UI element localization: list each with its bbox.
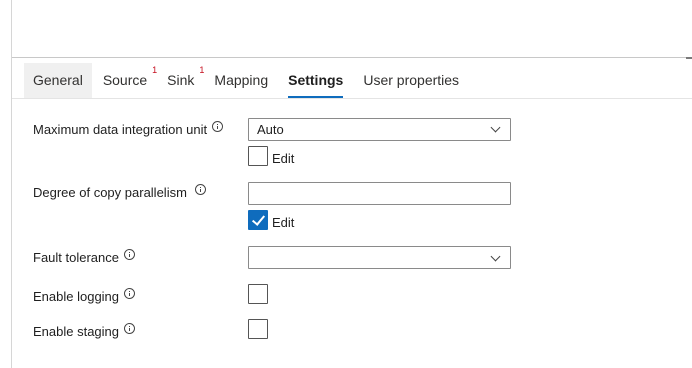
max-diu-edit-label: Edit bbox=[272, 151, 295, 166]
info-icon[interactable] bbox=[124, 249, 135, 260]
pane-resize-handle[interactable] bbox=[686, 57, 692, 59]
tab-source-label: Source bbox=[102, 72, 148, 88]
tab-user-properties-label: User properties bbox=[363, 72, 460, 88]
max-diu-select[interactable]: Auto bbox=[248, 118, 511, 141]
tab-mapping[interactable]: Mapping bbox=[205, 63, 277, 98]
info-icon[interactable] bbox=[124, 323, 136, 334]
fault-tolerance-label: Fault tolerance bbox=[33, 250, 119, 265]
max-diu-label-row: Maximum data integration unit bbox=[33, 121, 224, 137]
tab-bar: General Source 1 Sink 1 Mapping Settings U… bbox=[24, 63, 468, 99]
tab-general[interactable]: General bbox=[24, 63, 92, 98]
chevron-down-icon bbox=[490, 122, 501, 133]
enable-logging-label: Enable logging bbox=[33, 289, 120, 304]
tab-source[interactable]: Source 1 bbox=[94, 63, 158, 98]
tab-sink[interactable]: Sink 1 bbox=[158, 63, 205, 98]
enable-logging-label-row: Enable logging bbox=[33, 288, 136, 304]
tab-settings-label: Settings bbox=[288, 72, 344, 88]
parallelism-edit-checkbox[interactable] bbox=[248, 210, 268, 230]
fault-tolerance-select[interactable] bbox=[248, 246, 511, 269]
enable-staging-label: Enable staging bbox=[33, 324, 120, 339]
fault-tolerance-label-row: Fault tolerance bbox=[33, 249, 135, 265]
info-icon[interactable] bbox=[194, 184, 206, 195]
tab-general-label: General bbox=[33, 72, 83, 88]
tab-source-error-badge: 1 bbox=[152, 65, 158, 75]
parallelism-label-row: Degree of copy parallelism bbox=[33, 184, 206, 200]
chevron-down-icon bbox=[490, 251, 501, 262]
left-border bbox=[11, 0, 12, 368]
tab-sink-label: Sink bbox=[167, 72, 195, 88]
tab-settings[interactable]: Settings bbox=[279, 63, 352, 98]
tab-user-properties[interactable]: User properties bbox=[354, 63, 468, 98]
tab-sink-error-badge: 1 bbox=[199, 65, 205, 75]
tab-bar-divider bbox=[12, 98, 692, 99]
max-diu-value: Auto bbox=[257, 122, 284, 137]
parallelism-edit-label: Edit bbox=[272, 215, 295, 230]
enable-logging-checkbox[interactable] bbox=[248, 284, 268, 304]
parallelism-input[interactable] bbox=[248, 182, 511, 205]
enable-staging-label-row: Enable staging bbox=[33, 323, 136, 339]
max-diu-edit-checkbox[interactable] bbox=[248, 146, 268, 166]
tab-mapping-label: Mapping bbox=[214, 72, 269, 88]
parallelism-label: Degree of copy parallelism bbox=[33, 185, 187, 200]
enable-staging-checkbox[interactable] bbox=[248, 319, 268, 339]
max-diu-label: Maximum data integration unit bbox=[33, 122, 208, 137]
pane-divider bbox=[12, 57, 686, 58]
info-icon[interactable] bbox=[212, 121, 224, 132]
info-icon[interactable] bbox=[124, 288, 136, 299]
